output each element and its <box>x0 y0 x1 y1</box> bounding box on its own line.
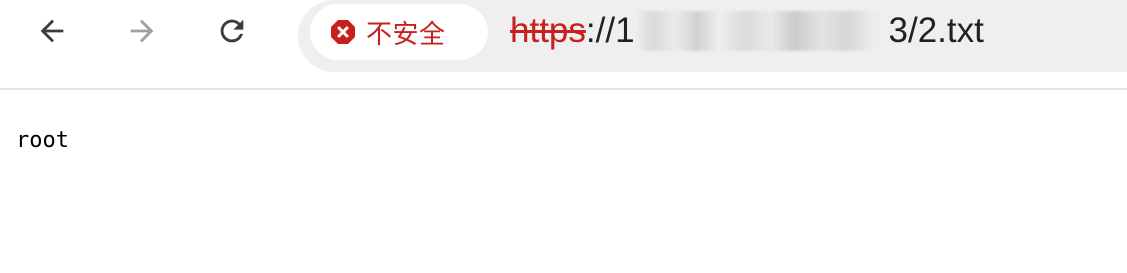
back-button[interactable] <box>30 9 74 53</box>
security-indicator-button[interactable]: 不安全 <box>310 4 488 60</box>
forward-button[interactable] <box>120 9 164 53</box>
arrow-left-icon <box>35 14 69 48</box>
url-path: 3/2.txt <box>888 11 984 50</box>
url-host-start: ://1 <box>585 11 635 50</box>
security-label: 不安全 <box>366 19 446 50</box>
reload-icon <box>215 14 249 48</box>
redacted-host-blur <box>634 10 889 51</box>
reload-button[interactable] <box>210 9 254 53</box>
arrow-right-icon <box>125 14 159 48</box>
toolbar-divider <box>0 88 1127 90</box>
url-scheme: https <box>510 11 586 50</box>
warning-icon <box>330 19 356 45</box>
url-text[interactable]: https://1 3/2.txt <box>510 8 984 54</box>
browser-toolbar: 不安全 https://1 3/2.txt <box>0 0 1127 88</box>
page-text-content: root <box>16 128 69 153</box>
